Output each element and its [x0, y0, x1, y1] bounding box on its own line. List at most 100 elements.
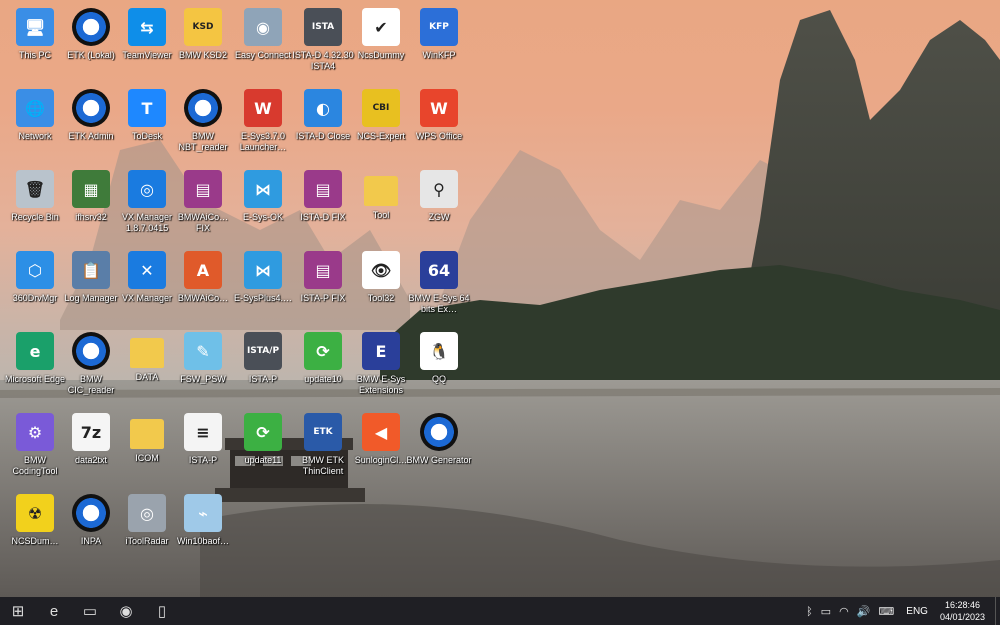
desktop: 🖥This PCBMWETK (Lokal)⇆TeamViewerKSD BMW … [0, 0, 1000, 597]
desktop-icon-winkfp[interactable]: KFP WinKFP [408, 4, 470, 82]
ncs-expert-icon: CBI [362, 89, 400, 127]
desktop-icon-microsoft-edge[interactable]: e Microsoft Edge [4, 328, 66, 406]
desktop-icon-fsw-psw[interactable]: ✎ FSW_PSW [172, 328, 234, 406]
desktop-icon-todesk[interactable]: T ToDesk [116, 85, 178, 163]
desktop-icon-update11[interactable]: ⟳ update11 [232, 409, 294, 487]
desktop-icon-bmw-codingtool[interactable]: ⚙ BMW CodingTool [4, 409, 66, 487]
driver-manager-icon: ⬡ [16, 251, 54, 289]
checkbox-icon: ✔ [362, 8, 400, 46]
desktop-icon-bmwaico-fix[interactable]: ▤ BMWAiCo… FIX [172, 166, 234, 244]
desktop-icon-data[interactable]: DATA [116, 328, 178, 406]
battery-icon[interactable]: ▭ [817, 605, 835, 618]
taskbar-easy-connect-button[interactable]: ◉ [108, 597, 144, 625]
ista-close-icon: ◐ [304, 89, 342, 127]
wifi-icon[interactable]: ◠ [835, 605, 853, 618]
desktop-icon-label: BMW ETK ThinClient [302, 455, 344, 476]
desktop-icon-esys-launcher[interactable]: W E-Sys3.7.0 Launcher… [232, 85, 294, 163]
desktop-icon-ista-p[interactable]: ISTA/P ISTA-P [232, 328, 294, 406]
desktop-icon-etk-admin[interactable]: BMWETK Admin [60, 85, 122, 163]
desktop-icon-zgw[interactable]: ⚲ ZGW [408, 166, 470, 244]
desktop-icon-vx-manager-1[interactable]: ◎ VX Manager 1.8.7.0415 [116, 166, 178, 244]
desktop-icon-label: FSW_PSW [180, 374, 226, 384]
bmw-logo-icon: BMW [72, 89, 110, 127]
desktop-icon-label: BMW NBT_reader [178, 131, 228, 152]
desktop-icon-ncs-expert[interactable]: CBI NCS-Expert [350, 85, 412, 163]
server-icon: ▦ [72, 170, 110, 208]
desktop-icon-tool32[interactable]: 👁 Tool32 [350, 247, 412, 325]
desktop-icon-label: BMW E-Sys Extensions [356, 374, 406, 395]
desktop-icon-ista-d-fix[interactable]: ▤ ISTA-D FIX [292, 166, 354, 244]
desktop-icon-ncsdummy[interactable]: ✔ NcsDummy [350, 4, 412, 82]
keyboard-icon[interactable]: ⌨ [874, 605, 898, 618]
desktop-icon-icom[interactable]: ICOM [116, 409, 178, 487]
desktop-icon-label: BMWAiCo… [177, 293, 229, 303]
desktop-icon-tool[interactable]: Tool [350, 166, 412, 244]
radar-icon: ◎ [128, 494, 166, 532]
file-explorer-icon: ▭ [82, 603, 98, 620]
bluetooth-icon[interactable]: ᛒ [802, 605, 817, 618]
desktop-icon-wps-office[interactable]: W WPS Office [408, 85, 470, 163]
desktop-icon-esysplus[interactable]: ⋈ E-SysPlus4.… [232, 247, 294, 325]
desktop-icon-teamviewer[interactable]: ⇆ TeamViewer [116, 4, 178, 82]
refresh-icon: ⟳ [304, 332, 342, 370]
desktop-icon-bmw-cic-reader[interactable]: BMWBMW CIC_reader [60, 328, 122, 406]
bmw-logo-icon: BMW [184, 89, 222, 127]
taskbar-edge-button[interactable]: e [36, 597, 72, 625]
taskbar-explorer-button[interactable]: ▭ [72, 597, 108, 625]
desktop-icon-data2txt[interactable]: 7z data2txt [60, 409, 122, 487]
desktop-icon-this-pc[interactable]: 🖥 This PC [4, 4, 66, 82]
desktop-icon-ifhsrv32[interactable]: ▦ ifhsrv32 [60, 166, 122, 244]
language-indicator[interactable]: ENG [898, 606, 936, 617]
volume-icon[interactable]: 🔊 [853, 605, 875, 618]
qq-penguin-icon: 🐧 [420, 332, 458, 370]
notepad-icon: ✎ [184, 332, 222, 370]
desktop-icon-360drvmgr[interactable]: ⬡ 360DrvMgr [4, 247, 66, 325]
desktop-icon-esys-ok[interactable]: ⋈ E-Sys-OK [232, 166, 294, 244]
desktop-icon-etk-lokal[interactable]: BMWETK (Lokal) [60, 4, 122, 82]
desktop-icon-vx-manager-2[interactable]: ✕ VX Manager [116, 247, 178, 325]
taskbar-device-button[interactable]: ▯ [144, 597, 180, 625]
desktop-icon-ista-p-fix[interactable]: ▤ ISTA-P FIX [292, 247, 354, 325]
desktop-icon-easy-connect[interactable]: ◉ Easy Connect [232, 4, 294, 82]
desktop-icon-win10baof[interactable]: ⌁ Win10baof… [172, 490, 234, 568]
desktop-icon-label: E-Sys-OK [242, 212, 283, 222]
system-tray: ᛒ ▭ ◠ 🔊 ⌨ ENG 16:28:46 04/01/2023 [802, 597, 1000, 625]
clock[interactable]: 16:28:46 04/01/2023 [936, 599, 995, 623]
taskbar-start-button[interactable]: ⊞ [0, 597, 36, 625]
desktop-icon-qq[interactable]: 🐧 QQ [408, 328, 470, 406]
desktop-icon-bmw-etk-thinclient[interactable]: ETK BMW ETK ThinClient [292, 409, 354, 487]
vx-icon: ✕ [128, 251, 166, 289]
desktop-icon-log-manager[interactable]: 📋 Log Manager [60, 247, 122, 325]
desktop-icon-ista-d[interactable]: ISTA ISTA-D 4.32.30 ISTA4 [292, 4, 354, 82]
document-icon: ≡ [184, 413, 222, 451]
network-icon: 🌐 [16, 89, 54, 127]
desktop-icon-inpa[interactable]: BMWINPA [60, 490, 122, 568]
desktop-icon-bmw-ksd2[interactable]: KSD BMW KSD2 [172, 4, 234, 82]
desktop-icon-bmw-esys-ext[interactable]: E BMW E-Sys Extensions [350, 328, 412, 406]
desktop-icon-update10[interactable]: ⟳ update10 [292, 328, 354, 406]
desktop-icon-label: E-SysPlus4.… [233, 293, 293, 303]
desktop-icon-bmw-generator[interactable]: BMW BMW Generator [406, 409, 472, 487]
desktop-icon-network[interactable]: 🌐 Network [4, 85, 66, 163]
desktop-icon-recycle-bin[interactable]: 🗑 Recycle Bin [4, 166, 66, 244]
desktop-icon-itoolradar[interactable]: ◎ iToolRadar [116, 490, 178, 568]
desktop-icon-sunlogin[interactable]: ◀ SunloginCl… [350, 409, 412, 487]
desktop-icon-label: WPS Office [415, 131, 463, 141]
folder-icon [130, 338, 164, 368]
folder-icon [364, 176, 398, 206]
folder-icon [130, 419, 164, 449]
desktop-icon-bmw-nbt-reader[interactable]: BMW BMW NBT_reader [172, 85, 234, 163]
computer-icon: 🖥 [16, 8, 54, 46]
bmw-logo-icon: BMW [72, 8, 110, 46]
show-desktop-button[interactable] [995, 597, 1000, 625]
desktop-icon-bmwaico[interactable]: A BMWAiCo… [172, 247, 234, 325]
desktop-icon-label: BMW E-Sys 64 bits Ex… [408, 293, 470, 314]
desktop-icon-ista-p-2[interactable]: ≡ ISTA-P [172, 409, 234, 487]
seven-zip-icon: 7z [72, 413, 110, 451]
desktop-icon-label: NCS-Expert [356, 131, 405, 141]
edge-icon: e [49, 602, 59, 620]
bmw-aicoder-icon: A [184, 251, 222, 289]
desktop-icon-ncsdummy-2[interactable]: ☢ NCSDum… [4, 490, 66, 568]
desktop-icon-ista-d-close[interactable]: ◐ ISTA-D Close [292, 85, 354, 163]
desktop-icon-bmw-esys-64[interactable]: 64 BMW E-Sys 64 bits Ex… [408, 247, 470, 325]
